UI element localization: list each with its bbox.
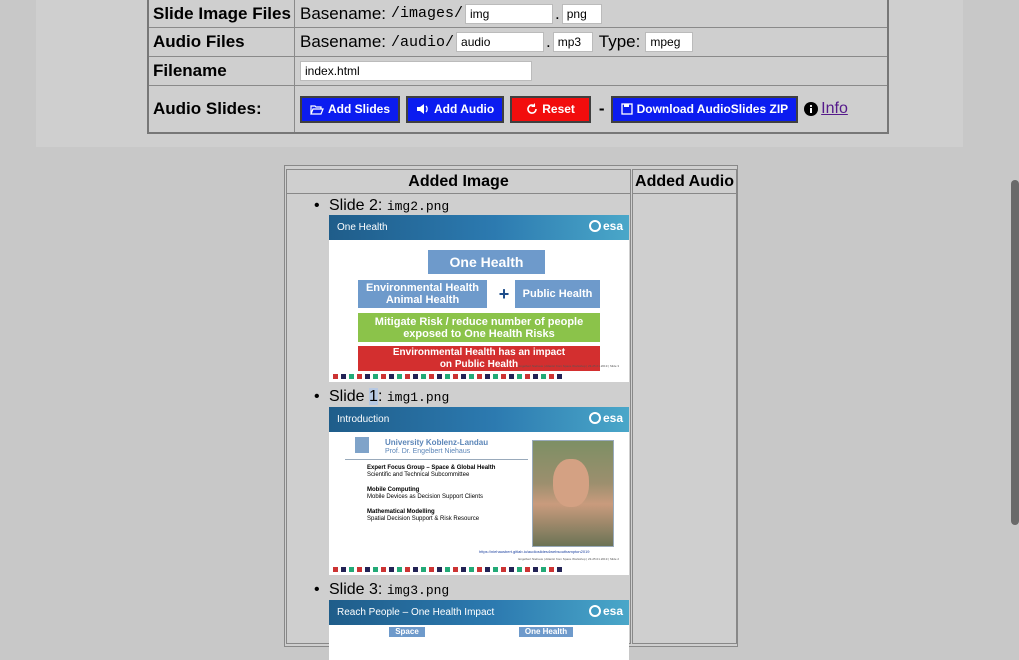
slide-image-files-label: Slide Image Files bbox=[149, 0, 295, 27]
diagram-box: Mitigate Risk / reduce number of people … bbox=[358, 313, 600, 342]
add-audio-button[interactable]: Add Audio bbox=[406, 95, 505, 123]
add-slides-label: Add Slides bbox=[328, 102, 391, 116]
floppy-disk-icon bbox=[620, 103, 633, 115]
added-image-header: Added Image bbox=[286, 169, 631, 194]
slide-label-prefix: Slide bbox=[329, 388, 370, 405]
settings-form: Slide Image Files Basename: /images/ img… bbox=[147, 0, 889, 134]
slide-footer: Engelbert Niehaus | Atlantic from Space … bbox=[518, 364, 619, 368]
audio-files-label: Audio Files bbox=[149, 28, 295, 56]
filename-input[interactable]: index.html bbox=[300, 61, 532, 81]
dot-separator: . bbox=[555, 3, 560, 23]
basename-label: Basename: bbox=[300, 32, 386, 51]
row-slide-image-files: Slide Image Files Basename: /images/ img… bbox=[149, 0, 887, 27]
flags-strip bbox=[333, 374, 563, 379]
info-icon[interactable] bbox=[804, 102, 819, 116]
slide-label: Slide 3: bbox=[329, 581, 383, 598]
added-audio-header: Added Audio bbox=[632, 169, 737, 194]
refresh-icon bbox=[527, 103, 538, 114]
slide-thumbnail: Reach People – One Health Impact esa Spa… bbox=[329, 600, 629, 660]
list-item: • Slide 1: img1.png bbox=[314, 388, 450, 405]
slide-filename: img2.png bbox=[386, 199, 450, 214]
folder-open-icon bbox=[310, 104, 324, 115]
thumb-title: Reach People – One Health Impact bbox=[337, 607, 495, 618]
portrait-photo bbox=[532, 440, 614, 547]
reset-label: Reset bbox=[542, 102, 575, 116]
slide-footer: Engelbert Niehaus | Atlantic from Space … bbox=[518, 557, 619, 561]
diagram-box: Environmental Health Animal Health bbox=[358, 280, 487, 308]
image-extension-input[interactable]: png bbox=[561, 3, 602, 24]
scrollbar[interactable] bbox=[1011, 180, 1019, 525]
download-label: Download AudioSlides ZIP bbox=[636, 102, 789, 116]
added-audio-column bbox=[632, 193, 737, 644]
reset-button[interactable]: Reset bbox=[510, 95, 591, 123]
diagram-box: Public Health bbox=[515, 280, 600, 308]
dot-separator: . bbox=[546, 32, 551, 51]
row-filename: Filename index.html bbox=[149, 56, 887, 85]
university-name: University Koblenz-Landau bbox=[385, 438, 489, 447]
images-path: /images/ bbox=[391, 5, 464, 22]
list-item: • Slide 3: img3.png bbox=[314, 581, 450, 598]
audio-extension-input[interactable]: mp3 bbox=[552, 32, 593, 52]
audio-basename-input[interactable]: audio bbox=[456, 32, 545, 52]
slide-thumbnail: One Health esa One Health Environmental … bbox=[329, 215, 629, 382]
esa-logo: esa bbox=[588, 411, 623, 425]
slide-number-selected: 1 bbox=[369, 388, 378, 405]
image-basename-input[interactable]: img bbox=[465, 3, 554, 24]
row-audio-files: Audio Files Basename: /audio/ audio . mp… bbox=[149, 27, 887, 56]
speaker-icon bbox=[417, 104, 428, 114]
audio-slides-label: Audio Slides: bbox=[149, 86, 295, 132]
added-image-column: • Slide 2: img2.png One Health esa One H… bbox=[286, 193, 631, 660]
slide-thumbnail: Introduction esa University Koblenz-Land… bbox=[329, 407, 629, 575]
slide-link: https://niehausbert.gitlab.io/audioslide… bbox=[479, 549, 590, 554]
row-audio-slides: Audio Slides: Add Slides Add Audio Reset… bbox=[149, 85, 887, 132]
university-logo bbox=[355, 437, 369, 453]
thumb-title: One Health bbox=[337, 222, 388, 233]
intro-list: Expert Focus Group – Space & Global Heal… bbox=[367, 465, 496, 522]
slide-filename: img1.png bbox=[386, 390, 450, 405]
esa-logo: esa bbox=[588, 604, 623, 618]
filename-label: Filename bbox=[149, 57, 295, 85]
audio-path: /audio/ bbox=[391, 33, 455, 51]
diagram-box: One Health bbox=[428, 250, 545, 274]
info-link[interactable]: Info bbox=[821, 100, 848, 118]
plus-sign: + bbox=[498, 284, 510, 304]
esa-logo: esa bbox=[588, 219, 623, 233]
added-slides-table: Added Image Added Audio • Slide 2: img2.… bbox=[284, 165, 738, 660]
audio-type-input[interactable]: mpeg bbox=[645, 32, 694, 52]
basename-label: Basename: bbox=[300, 3, 386, 23]
slide-filename: img3.png bbox=[386, 583, 450, 598]
add-slides-button[interactable]: Add Slides bbox=[300, 95, 401, 123]
professor-name: Prof. Dr. Engelbert Niehaus bbox=[385, 448, 471, 455]
type-label: Type: bbox=[598, 32, 641, 51]
flags-strip bbox=[333, 567, 563, 572]
add-audio-label: Add Audio bbox=[434, 102, 495, 116]
thumb-title: Introduction bbox=[337, 414, 390, 425]
slide-label: Slide 2: bbox=[329, 197, 383, 214]
button-separator: - bbox=[598, 99, 605, 118]
download-zip-button[interactable]: Download AudioSlides ZIP bbox=[610, 95, 799, 123]
list-item: • Slide 2: img2.png bbox=[314, 197, 450, 214]
